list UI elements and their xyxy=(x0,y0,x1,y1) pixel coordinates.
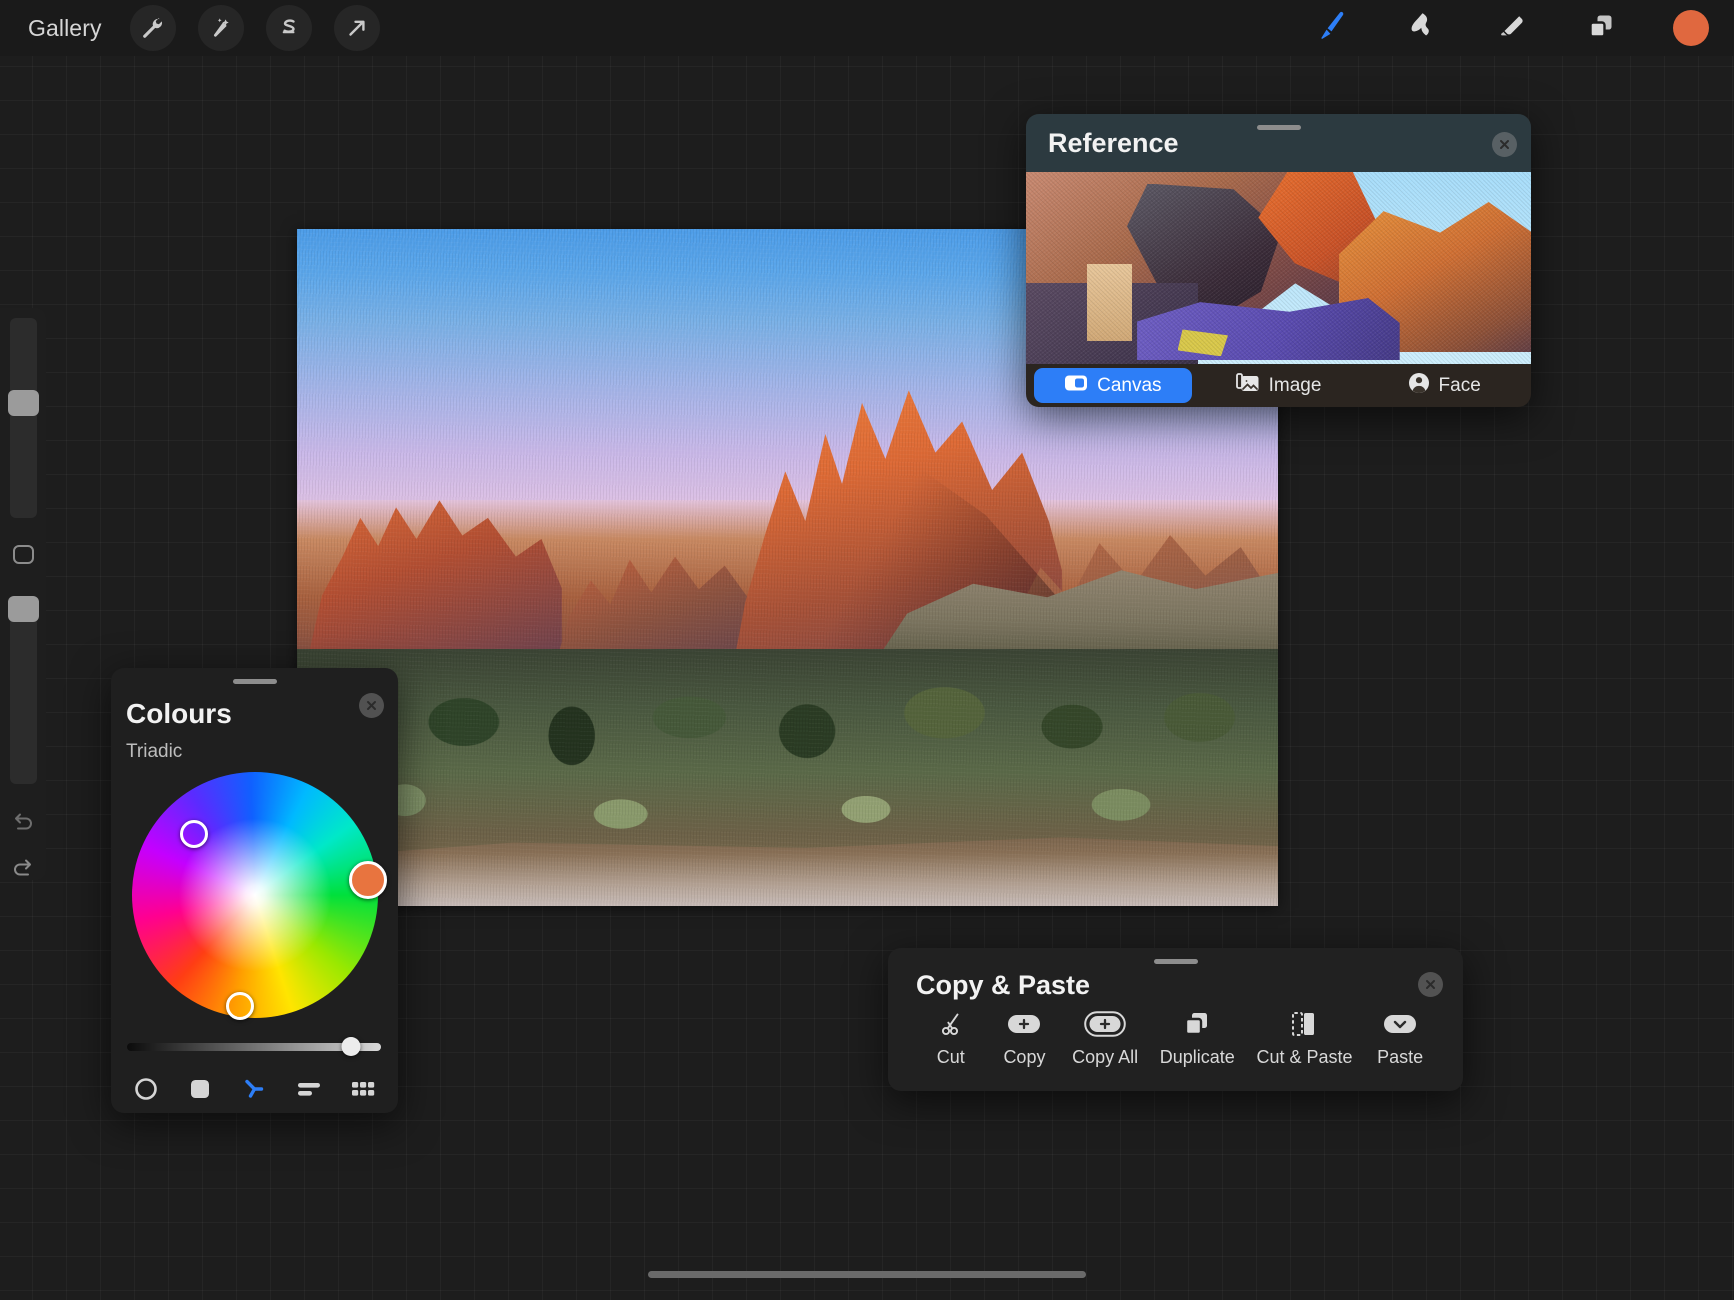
colour-marker-green[interactable] xyxy=(180,820,208,848)
reference-panel[interactable]: Reference xyxy=(1026,114,1531,407)
duplicate-squares-icon xyxy=(1183,1010,1211,1038)
copy-all-button[interactable]: Copy All xyxy=(1072,1010,1138,1068)
redo-button[interactable] xyxy=(9,856,37,884)
colours-harmony-mode-label: Triadic xyxy=(126,741,182,763)
brush-opacity-slider[interactable] xyxy=(10,600,37,784)
colour-mode-palettes[interactable] xyxy=(346,1074,380,1108)
colour-mode-bar xyxy=(111,1070,398,1112)
modify-button[interactable] xyxy=(13,545,34,564)
harmony-icon xyxy=(240,1075,268,1108)
paint-tool-button[interactable] xyxy=(1308,5,1354,51)
reference-tab-canvas-label: Canvas xyxy=(1097,375,1161,397)
scissors-icon xyxy=(938,1010,964,1038)
brush-size-thumb[interactable] xyxy=(8,390,39,416)
adjustments-button[interactable] xyxy=(198,5,244,51)
color-swatch-button[interactable] xyxy=(1668,5,1714,51)
copy-button[interactable]: Copy xyxy=(998,1010,1050,1068)
undo-button[interactable] xyxy=(9,810,37,838)
gallery-button[interactable]: Gallery xyxy=(22,11,108,46)
colour-mode-disc[interactable] xyxy=(129,1074,163,1108)
colour-mode-value[interactable] xyxy=(292,1074,326,1108)
s-curve-icon xyxy=(277,16,301,40)
reference-tab-canvas[interactable]: Canvas xyxy=(1034,368,1192,403)
canvas-icon xyxy=(1064,374,1088,398)
cut-and-paste-label: Cut & Paste xyxy=(1256,1047,1352,1068)
brush-icon xyxy=(1314,9,1348,48)
undo-icon xyxy=(10,809,36,840)
left-tool-sidebar xyxy=(0,308,46,880)
colours-drag-handle[interactable] xyxy=(233,679,277,684)
cut-and-paste-button[interactable]: Cut & Paste xyxy=(1256,1010,1352,1068)
grid-icon xyxy=(349,1076,377,1107)
person-icon xyxy=(1408,372,1430,400)
reference-drag-handle[interactable] xyxy=(1257,125,1301,130)
colours-close-button[interactable] xyxy=(359,693,384,718)
copy-paste-actions: Cut Copy xyxy=(888,1010,1463,1090)
selection-button[interactable] xyxy=(266,5,312,51)
paste-button[interactable]: Paste xyxy=(1374,1010,1426,1068)
reference-texture-overlay xyxy=(1026,172,1531,364)
smudge-tool-button[interactable] xyxy=(1398,5,1444,51)
layers-icon xyxy=(1584,9,1618,48)
value-sliders-icon xyxy=(295,1076,323,1107)
top-toolbar: Gallery xyxy=(0,0,1734,56)
reference-tab-image[interactable]: Image xyxy=(1200,368,1358,403)
copy-paste-title: Copy & Paste xyxy=(916,970,1090,1001)
reference-title: Reference xyxy=(1048,128,1179,159)
eraser-icon xyxy=(1494,9,1528,48)
duplicate-label: Duplicate xyxy=(1160,1047,1235,1068)
paste-label: Paste xyxy=(1377,1047,1423,1068)
redo-icon xyxy=(10,855,36,886)
reference-tab-face[interactable]: Face xyxy=(1365,368,1523,403)
image-icon xyxy=(1236,373,1260,399)
plus-pill-outline-icon xyxy=(1084,1010,1126,1038)
colours-panel[interactable]: Colours Triadic xyxy=(111,668,398,1113)
wrench-icon xyxy=(141,16,165,40)
actions-wrench-button[interactable] xyxy=(130,5,176,51)
plus-pill-icon xyxy=(1006,1010,1042,1038)
brush-size-slider[interactable] xyxy=(10,318,37,518)
copy-label: Copy xyxy=(1003,1047,1045,1068)
cut-label: Cut xyxy=(937,1047,965,1068)
duplicate-button[interactable]: Duplicate xyxy=(1160,1010,1235,1068)
colours-title: Colours xyxy=(126,698,232,730)
reference-tab-image-label: Image xyxy=(1269,375,1322,397)
colour-mode-harmony[interactable] xyxy=(237,1074,271,1108)
copy-paste-panel[interactable]: Copy & Paste Cut xyxy=(888,948,1463,1091)
reference-thumbnail[interactable] xyxy=(1026,172,1531,364)
smudge-icon xyxy=(1404,9,1438,48)
transform-button[interactable] xyxy=(334,5,380,51)
reference-tab-bar: Canvas Image xyxy=(1026,364,1531,407)
colour-wheel-gradient[interactable] xyxy=(132,772,378,1018)
colour-value-slider[interactable] xyxy=(127,1043,381,1051)
top-toolbar-right-group xyxy=(1308,5,1734,51)
copy-all-label: Copy All xyxy=(1072,1047,1138,1068)
copy-paste-close-button[interactable] xyxy=(1418,972,1443,997)
colour-marker-blue-violet[interactable] xyxy=(226,992,254,1020)
magic-wand-icon xyxy=(209,16,233,40)
reference-tab-face-label: Face xyxy=(1439,375,1481,397)
reference-panel-header: Reference xyxy=(1026,114,1531,172)
home-indicator xyxy=(648,1271,1086,1278)
colour-mode-classic[interactable] xyxy=(183,1074,217,1108)
chevron-down-pill-icon xyxy=(1382,1010,1418,1038)
colour-marker-orange[interactable] xyxy=(349,861,387,899)
procreate-app-window: Gallery xyxy=(0,0,1734,1300)
copy-paste-drag-handle[interactable] xyxy=(1154,959,1198,964)
arrow-cursor-icon xyxy=(345,16,369,40)
reference-close-button[interactable] xyxy=(1492,132,1517,157)
layers-button[interactable] xyxy=(1578,5,1624,51)
cut-button[interactable]: Cut xyxy=(925,1010,977,1068)
cut-paste-icon xyxy=(1291,1010,1317,1038)
colour-value-thumb[interactable] xyxy=(341,1037,360,1056)
colour-wheel[interactable] xyxy=(132,772,378,1018)
current-color-dot xyxy=(1673,10,1709,46)
brush-opacity-thumb[interactable] xyxy=(8,596,39,622)
rounded-square-icon xyxy=(187,1076,213,1107)
erase-tool-button[interactable] xyxy=(1488,5,1534,51)
circle-outline-icon xyxy=(133,1076,159,1107)
